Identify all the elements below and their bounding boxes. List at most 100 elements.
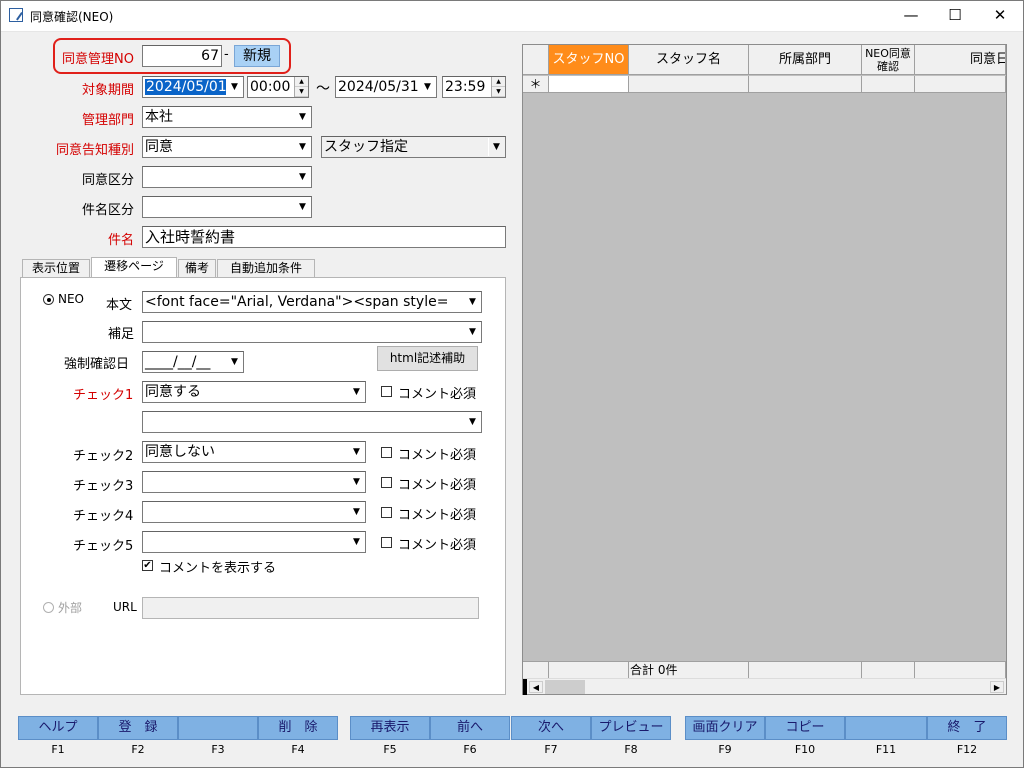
check4-select[interactable]: ▼ <box>142 501 366 523</box>
f9-clear-button[interactable]: 画面クリア <box>685 716 765 740</box>
horizontal-scrollbar[interactable]: ◀ ▶ <box>523 678 1006 695</box>
subject-input[interactable]: 入社時誓約書 <box>142 226 506 248</box>
f8-preview-button[interactable]: プレビュー <box>591 716 671 740</box>
url-label: URL <box>113 600 137 614</box>
grid-footer-cell <box>749 661 862 678</box>
dropdown-arrow-icon[interactable]: ▼ <box>294 138 310 156</box>
check5-comment-label: コメント必須 <box>398 538 477 553</box>
external-radio[interactable] <box>43 602 54 613</box>
dropdown-arrow-icon[interactable]: ▼ <box>348 503 364 521</box>
dropdown-arrow-icon[interactable]: ▼ <box>294 168 310 186</box>
f2-key-label: F2 <box>131 743 145 756</box>
minimize-button[interactable]: — <box>888 0 934 31</box>
dropdown-arrow-icon[interactable]: ▼ <box>464 413 480 431</box>
check3-comment-checkbox[interactable] <box>381 477 392 488</box>
scroll-right-icon[interactable]: ▶ <box>990 681 1004 693</box>
dropdown-arrow-icon[interactable]: ▼ <box>294 108 310 126</box>
mgmt-no-separator: - <box>224 47 229 62</box>
grid-new-cell[interactable] <box>629 76 749 93</box>
close-button[interactable]: ✕ <box>977 0 1023 31</box>
neo-radio[interactable] <box>43 294 54 305</box>
show-comment-checkbox[interactable]: ✔ <box>142 560 153 571</box>
mgmt-no-input[interactable]: 67 <box>142 45 222 67</box>
check1-select[interactable]: 同意する ▼ <box>142 381 366 403</box>
f10-copy-button[interactable]: コピー <box>765 716 845 740</box>
dropdown-arrow-icon[interactable]: ▼ <box>226 353 242 371</box>
dropdown-arrow-icon[interactable]: ▼ <box>419 78 435 96</box>
check2-comment-checkbox[interactable] <box>381 447 392 458</box>
supplement-label: 補足 <box>108 327 135 342</box>
dropdown-arrow-icon[interactable]: ▼ <box>348 473 364 491</box>
dropdown-arrow-icon[interactable]: ▼ <box>464 293 480 311</box>
f4-delete-button[interactable]: 削 除 <box>258 716 338 740</box>
check5-select[interactable]: ▼ <box>142 531 366 553</box>
consent-class-select[interactable]: ▼ <box>142 166 312 188</box>
grid-new-cell[interactable] <box>549 76 629 93</box>
grid-footer-cell <box>915 661 1006 678</box>
grid-header-neo-consent[interactable]: NEO同意確認 <box>862 45 915 75</box>
staff-grid <box>522 44 1007 695</box>
f5-refresh-button[interactable]: 再表示 <box>350 716 430 740</box>
dropdown-arrow-icon[interactable]: ▼ <box>348 533 364 551</box>
period-to-time[interactable]: 23:59 ▲ ▼ <box>442 76 506 98</box>
check4-comment-checkbox[interactable] <box>381 507 392 518</box>
f8-key-label: F8 <box>624 743 638 756</box>
dept-select[interactable]: 本社 ▼ <box>142 106 312 128</box>
grid-corner <box>523 45 549 75</box>
check5-comment-checkbox[interactable] <box>381 537 392 548</box>
dropdown-arrow-icon[interactable]: ▼ <box>348 443 364 461</box>
dropdown-arrow-icon[interactable]: ▼ <box>226 78 242 96</box>
grid-new-cell[interactable] <box>749 76 862 93</box>
f1-help-button[interactable]: ヘルプ <box>18 716 98 740</box>
f7-next-button[interactable]: 次へ <box>511 716 591 740</box>
tab-transition-page[interactable]: 遷移ページ <box>91 257 177 278</box>
external-radio-label: 外部 <box>58 601 83 615</box>
check1-sub-select[interactable]: ▼ <box>142 411 482 433</box>
dropdown-arrow-icon[interactable]: ▼ <box>464 323 480 341</box>
grid-footer-cell <box>523 661 549 678</box>
grid-header-department[interactable]: 所属部門 <box>749 45 862 75</box>
grid-header-consent-date[interactable]: 同意日 <box>915 45 1006 75</box>
maximize-button[interactable]: ☐ <box>932 0 978 31</box>
dropdown-arrow-icon[interactable]: ▼ <box>294 198 310 216</box>
f3-button[interactable] <box>178 716 258 740</box>
supplement-select[interactable]: ▼ <box>142 321 482 343</box>
period-tilde: ～ <box>316 81 330 97</box>
html-help-button[interactable]: html記述補助 <box>377 346 478 371</box>
f12-exit-button[interactable]: 終 了 <box>927 716 1007 740</box>
period-from-date[interactable]: 2024/05/01 ▼ <box>142 76 244 98</box>
new-badge: 新規 <box>234 45 280 67</box>
subject-class-select[interactable]: ▼ <box>142 196 312 218</box>
check3-select[interactable]: ▼ <box>142 471 366 493</box>
target-select[interactable]: スタッフ指定 ▼ <box>321 136 506 158</box>
f2-register-button[interactable]: 登 録 <box>98 716 178 740</box>
time-spinner[interactable]: ▲ ▼ <box>491 77 505 97</box>
tab-auto-add-conditions[interactable]: 自動追加条件 <box>217 259 315 278</box>
check2-select[interactable]: 同意しない ▼ <box>142 441 366 463</box>
check2-label: チェック2 <box>73 449 134 464</box>
body-select[interactable]: <font face="Arial, Verdana"><span style=… <box>142 291 482 313</box>
dropdown-arrow-icon[interactable]: ▼ <box>488 138 504 156</box>
forced-date-label: 強制確認日 <box>64 357 130 372</box>
tab-remarks[interactable]: 備考 <box>178 259 216 278</box>
grid-new-cell[interactable] <box>915 76 1006 93</box>
url-input[interactable] <box>142 597 479 619</box>
grid-header-staff-name[interactable]: スタッフ名 <box>629 45 749 75</box>
check1-comment-checkbox[interactable] <box>381 386 392 397</box>
mgmt-no-label: 同意管理NO <box>62 52 134 67</box>
notice-type-select[interactable]: 同意 ▼ <box>142 136 312 158</box>
f10-key-label: F10 <box>794 743 816 756</box>
scroll-thumb[interactable] <box>545 680 585 694</box>
grid-header-staff-no[interactable]: スタッフNO <box>549 45 629 75</box>
check3-label: チェック3 <box>73 479 134 494</box>
scroll-left-icon[interactable]: ◀ <box>529 681 543 693</box>
f11-button[interactable] <box>845 716 927 740</box>
forced-date-picker[interactable]: ____/__/__ ▼ <box>142 351 244 373</box>
grid-new-cell[interactable] <box>862 76 915 93</box>
period-from-time[interactable]: 00:00 ▲ ▼ <box>247 76 309 98</box>
period-to-date[interactable]: 2024/05/31 ▼ <box>335 76 437 98</box>
time-spinner[interactable]: ▲ ▼ <box>294 77 308 97</box>
tab-display-position[interactable]: 表示位置 <box>22 259 90 278</box>
f6-prev-button[interactable]: 前へ <box>430 716 510 740</box>
dropdown-arrow-icon[interactable]: ▼ <box>348 383 364 401</box>
